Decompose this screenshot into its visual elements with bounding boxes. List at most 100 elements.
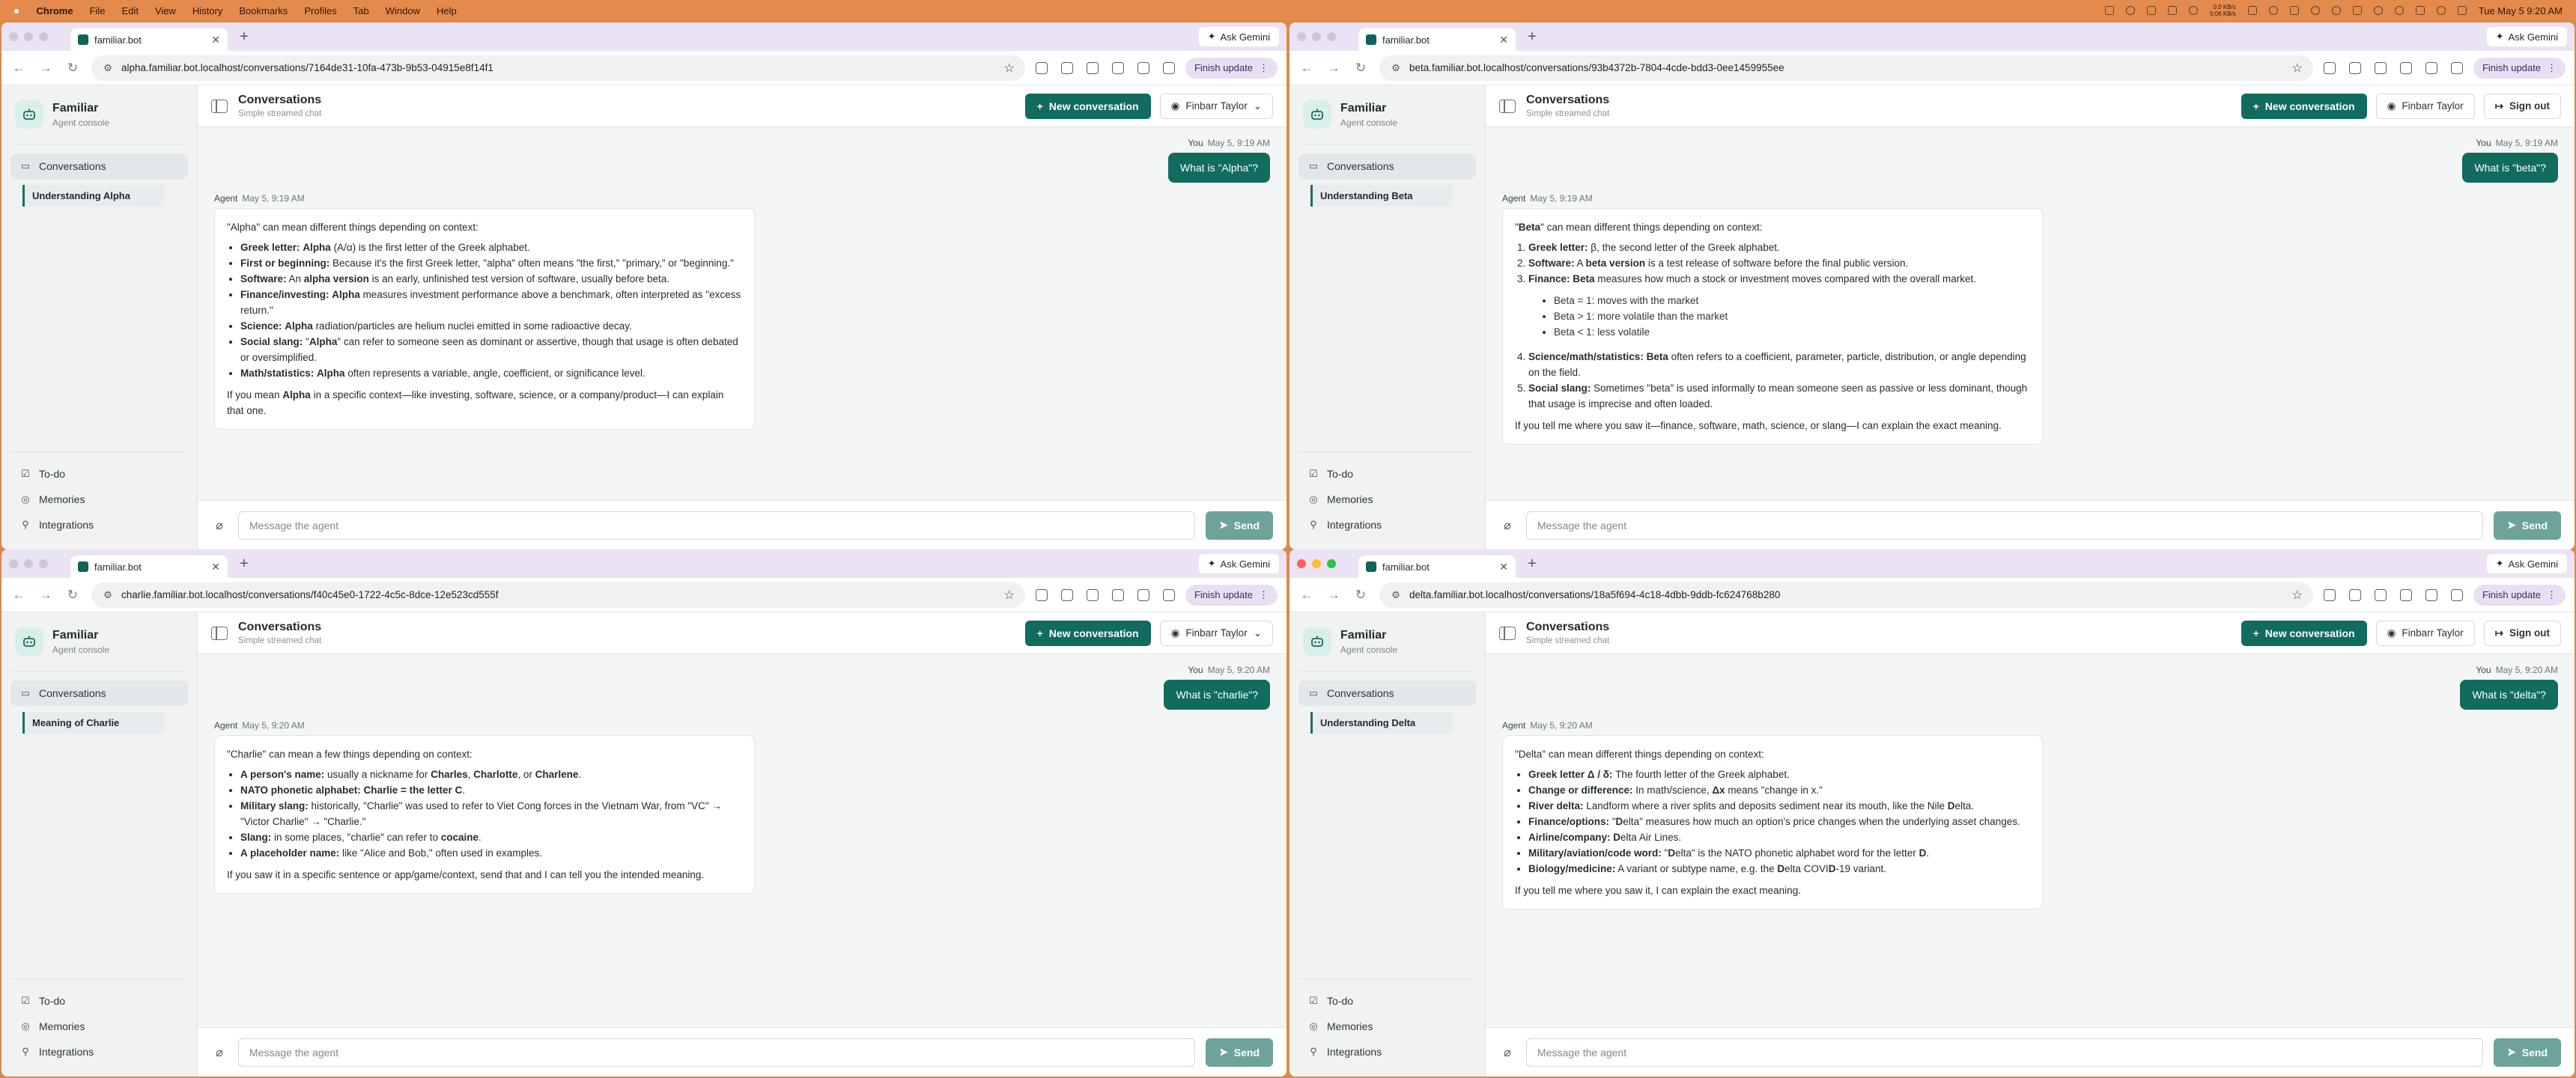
finish-update-button[interactable]: Finish update ⋮ [1185,584,1278,606]
tray-app-icon[interactable] [2126,6,2136,15]
send-button[interactable]: ➤ Send [2494,511,2561,540]
ask-gemini-button[interactable]: ✦ Ask Gemini [1198,554,1279,573]
sidebar-item-memories[interactable]: ◎ Memories [10,487,188,512]
new-tab-button[interactable]: + [1523,28,1541,46]
extension-icon[interactable] [2323,588,2336,601]
download-icon[interactable] [2425,61,2437,74]
attach-icon[interactable]: ⌀ [1499,518,1516,533]
bookmark-star-icon[interactable]: ☆ [1004,61,1015,76]
browser-tab[interactable]: familiar.bot ✕ [70,555,228,578]
new-tab-button[interactable]: + [1523,555,1541,573]
user-menu-button[interactable]: ◉ Finbarr Taylor [2375,93,2475,119]
minimize-window-button[interactable] [1312,559,1321,568]
download-icon[interactable] [1137,588,1149,601]
tray-app-icon[interactable] [2168,6,2178,15]
sidebar-item-integrations[interactable]: ⚲ Integrations [10,512,188,538]
menu-history[interactable]: History [192,5,222,16]
extension-icon[interactable] [2374,588,2387,601]
control-center-icon[interactable] [2457,6,2467,15]
attach-icon[interactable]: ⌀ [211,1045,228,1060]
back-button[interactable]: ← [1298,587,1315,603]
extension-icon[interactable] [1086,588,1099,601]
user-menu-button[interactable]: ◉ Finbarr Taylor ⌄ [1159,93,1273,119]
extension-icon[interactable] [2348,61,2361,74]
ask-gemini-button[interactable]: ✦ Ask Gemini [2486,554,2567,573]
new-conversation-button[interactable]: + New conversation [1024,620,1151,646]
sidebar-item-conversations[interactable]: ▭ Conversations [10,153,188,179]
chat-thread[interactable]: You May 5, 9:20 AM What is "delta"? Agent… [1486,654,2575,1027]
finish-update-button[interactable]: Finish update ⋮ [2473,584,2566,606]
sidebar-item-conversations[interactable]: ▭ Conversations [1298,153,1476,179]
conversation-list-item[interactable]: Understanding Beta [1310,185,1453,207]
close-tab-icon[interactable]: ✕ [211,561,220,573]
close-tab-icon[interactable]: ✕ [211,34,220,46]
close-window-button[interactable] [1297,32,1306,41]
message-input[interactable] [1526,1038,2484,1067]
forward-button[interactable]: → [37,587,54,603]
forward-button[interactable]: → [1325,60,1342,76]
finish-update-button[interactable]: Finish update ⋮ [1185,57,1278,79]
tray-app-icon[interactable] [2147,6,2157,15]
browser-tab[interactable]: familiar.bot ✕ [1358,28,1516,51]
sidebar-item-todo[interactable]: ☑ To-do [1298,461,1476,487]
profile-icon[interactable] [2450,588,2463,601]
send-button[interactable]: ➤ Send [1206,1038,1273,1067]
close-window-button[interactable] [1297,559,1306,568]
battery-icon[interactable] [2415,6,2425,15]
menu-edit[interactable]: Edit [122,5,139,16]
browser-tab[interactable]: familiar.bot ✕ [70,28,228,51]
reload-button[interactable]: ↻ [1352,587,1369,603]
tray-app-icon[interactable] [2373,6,2383,15]
address-bar[interactable]: ⚙ beta.familiar.bot.localhost/conversati… [1379,55,2313,81]
apple-menu-icon[interactable]: ● [13,4,19,16]
new-tab-button[interactable]: + [235,28,253,46]
sign-out-button[interactable]: ↦ Sign out [2483,93,2561,119]
tray-app-icon[interactable] [2331,6,2341,15]
zoom-window-button[interactable] [1327,559,1336,568]
back-button[interactable]: ← [10,587,27,603]
message-input[interactable] [238,1038,1196,1067]
extension-icon[interactable] [1035,61,1048,74]
conversation-list-item[interactable]: Understanding Delta [1310,712,1453,734]
extension-icon[interactable] [2399,61,2412,74]
tray-app-icon[interactable] [2105,6,2115,15]
site-info-icon[interactable]: ⚙ [1390,62,1402,74]
zoom-window-button[interactable] [39,559,48,568]
site-info-icon[interactable]: ⚙ [102,62,114,74]
tray-app-icon[interactable] [2352,6,2362,15]
profile-icon[interactable] [2450,61,2463,74]
menu-file[interactable]: File [90,5,106,16]
minimize-window-button[interactable] [1312,32,1321,41]
menu-app-name[interactable]: Chrome [36,5,73,16]
menu-help[interactable]: Help [437,5,457,16]
bookmark-star-icon[interactable]: ☆ [1004,588,1015,603]
forward-button[interactable]: → [37,60,54,76]
new-conversation-button[interactable]: + New conversation [2241,93,2367,119]
back-button[interactable]: ← [10,60,27,76]
sidebar-item-integrations[interactable]: ⚲ Integrations [1298,512,1476,538]
sidebar-item-integrations[interactable]: ⚲ Integrations [1298,1039,1476,1065]
extension-icon[interactable] [2323,61,2336,74]
new-conversation-button[interactable]: + New conversation [2241,620,2367,646]
close-window-button[interactable] [9,32,18,41]
send-button[interactable]: ➤ Send [1206,511,1273,540]
new-conversation-button[interactable]: + New conversation [1024,93,1151,119]
extension-icon[interactable] [1035,588,1048,601]
conversation-list-item[interactable]: Meaning of Charlie [22,712,165,734]
minimize-window-button[interactable] [24,32,33,41]
tray-app-icon[interactable] [2289,6,2299,15]
zoom-window-button[interactable] [39,32,48,41]
wifi-icon[interactable] [2394,6,2404,15]
user-menu-button[interactable]: ◉ Finbarr Taylor ⌄ [1159,620,1273,646]
sidebar-item-todo[interactable]: ☑ To-do [10,461,188,487]
extension-icon[interactable] [2374,61,2387,74]
finish-update-button[interactable]: Finish update ⋮ [2473,57,2566,79]
chat-thread[interactable]: You May 5, 9:19 AM What is "Alpha"? Agent… [198,127,1287,500]
menu-clock[interactable]: Tue May 5 9:20 AM [2479,5,2563,16]
menu-bookmarks[interactable]: Bookmarks [239,5,288,16]
attach-icon[interactable]: ⌀ [1499,1045,1516,1060]
sidebar-item-memories[interactable]: ◎ Memories [10,1014,188,1039]
forward-button[interactable]: → [1325,587,1342,603]
sidebar-toggle-icon[interactable] [211,99,228,113]
network-speed[interactable]: 0.0 KB/s 0.06 KB/s [2210,4,2236,17]
